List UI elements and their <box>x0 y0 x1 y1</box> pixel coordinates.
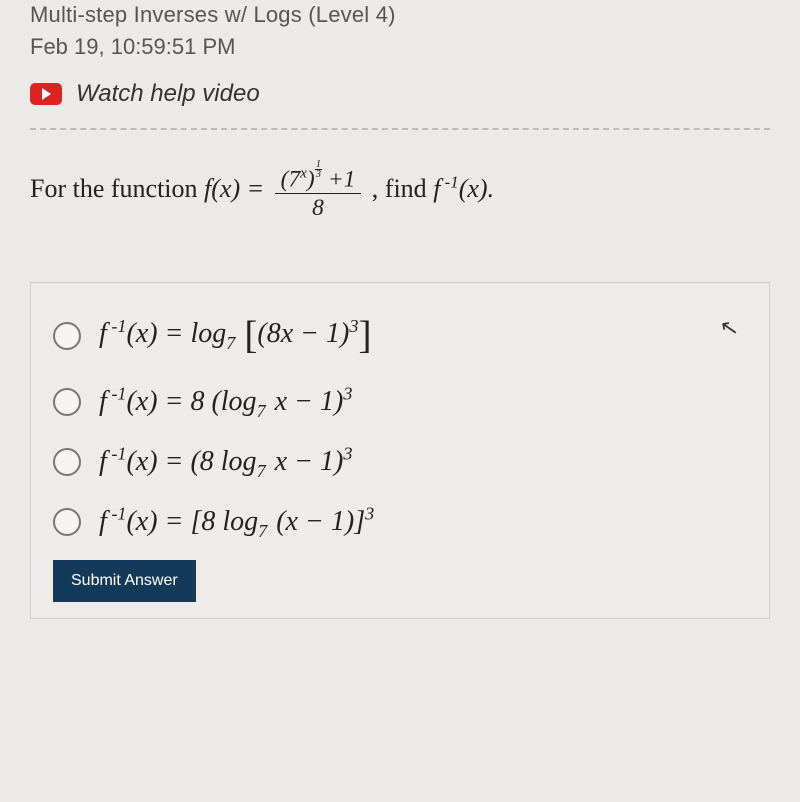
option-c-math: f -1(x) = (8 log7 x − 1)3 <box>99 446 352 478</box>
radio-icon <box>53 508 81 536</box>
page-title: Multi-step Inverses w/ Logs (Level 4) <box>30 2 770 28</box>
watch-help-video-link[interactable]: Watch help video <box>30 80 770 108</box>
option-b-math: f -1(x) = 8 (log7 x − 1)3 <box>99 386 352 418</box>
option-b[interactable]: f -1(x) = 8 (log7 x − 1)3 <box>53 386 747 418</box>
target-expression: f -1(x). <box>433 174 494 203</box>
answer-options: f -1(x) = log7 [(8x − 1)3] f -1(x) = 8 (… <box>30 282 770 619</box>
prompt-lead: For the function <box>30 174 204 203</box>
prompt-find: , find <box>372 174 433 203</box>
question-prompt: For the function f(x) = (7x)13 +1 8 , fi… <box>30 160 770 222</box>
play-video-icon <box>30 83 62 105</box>
timestamp: Feb 19, 10:59:51 PM <box>30 34 770 60</box>
option-d-math: f -1(x) = [8 log7 (x − 1)]3 <box>99 506 374 538</box>
radio-icon <box>53 388 81 416</box>
function-expression: f(x) = (7x)13 +1 8 <box>204 174 372 203</box>
divider <box>30 128 770 130</box>
submit-answer-button[interactable]: Submit Answer <box>53 560 196 602</box>
option-c[interactable]: f -1(x) = (8 log7 x − 1)3 <box>53 446 747 478</box>
option-a-math: f -1(x) = log7 [(8x − 1)3] <box>99 313 372 358</box>
option-a[interactable]: f -1(x) = log7 [(8x − 1)3] <box>53 313 747 358</box>
radio-icon <box>53 322 81 350</box>
video-label: Watch help video <box>76 80 260 108</box>
radio-icon <box>53 448 81 476</box>
option-d[interactable]: f -1(x) = [8 log7 (x − 1)]3 <box>53 506 747 538</box>
